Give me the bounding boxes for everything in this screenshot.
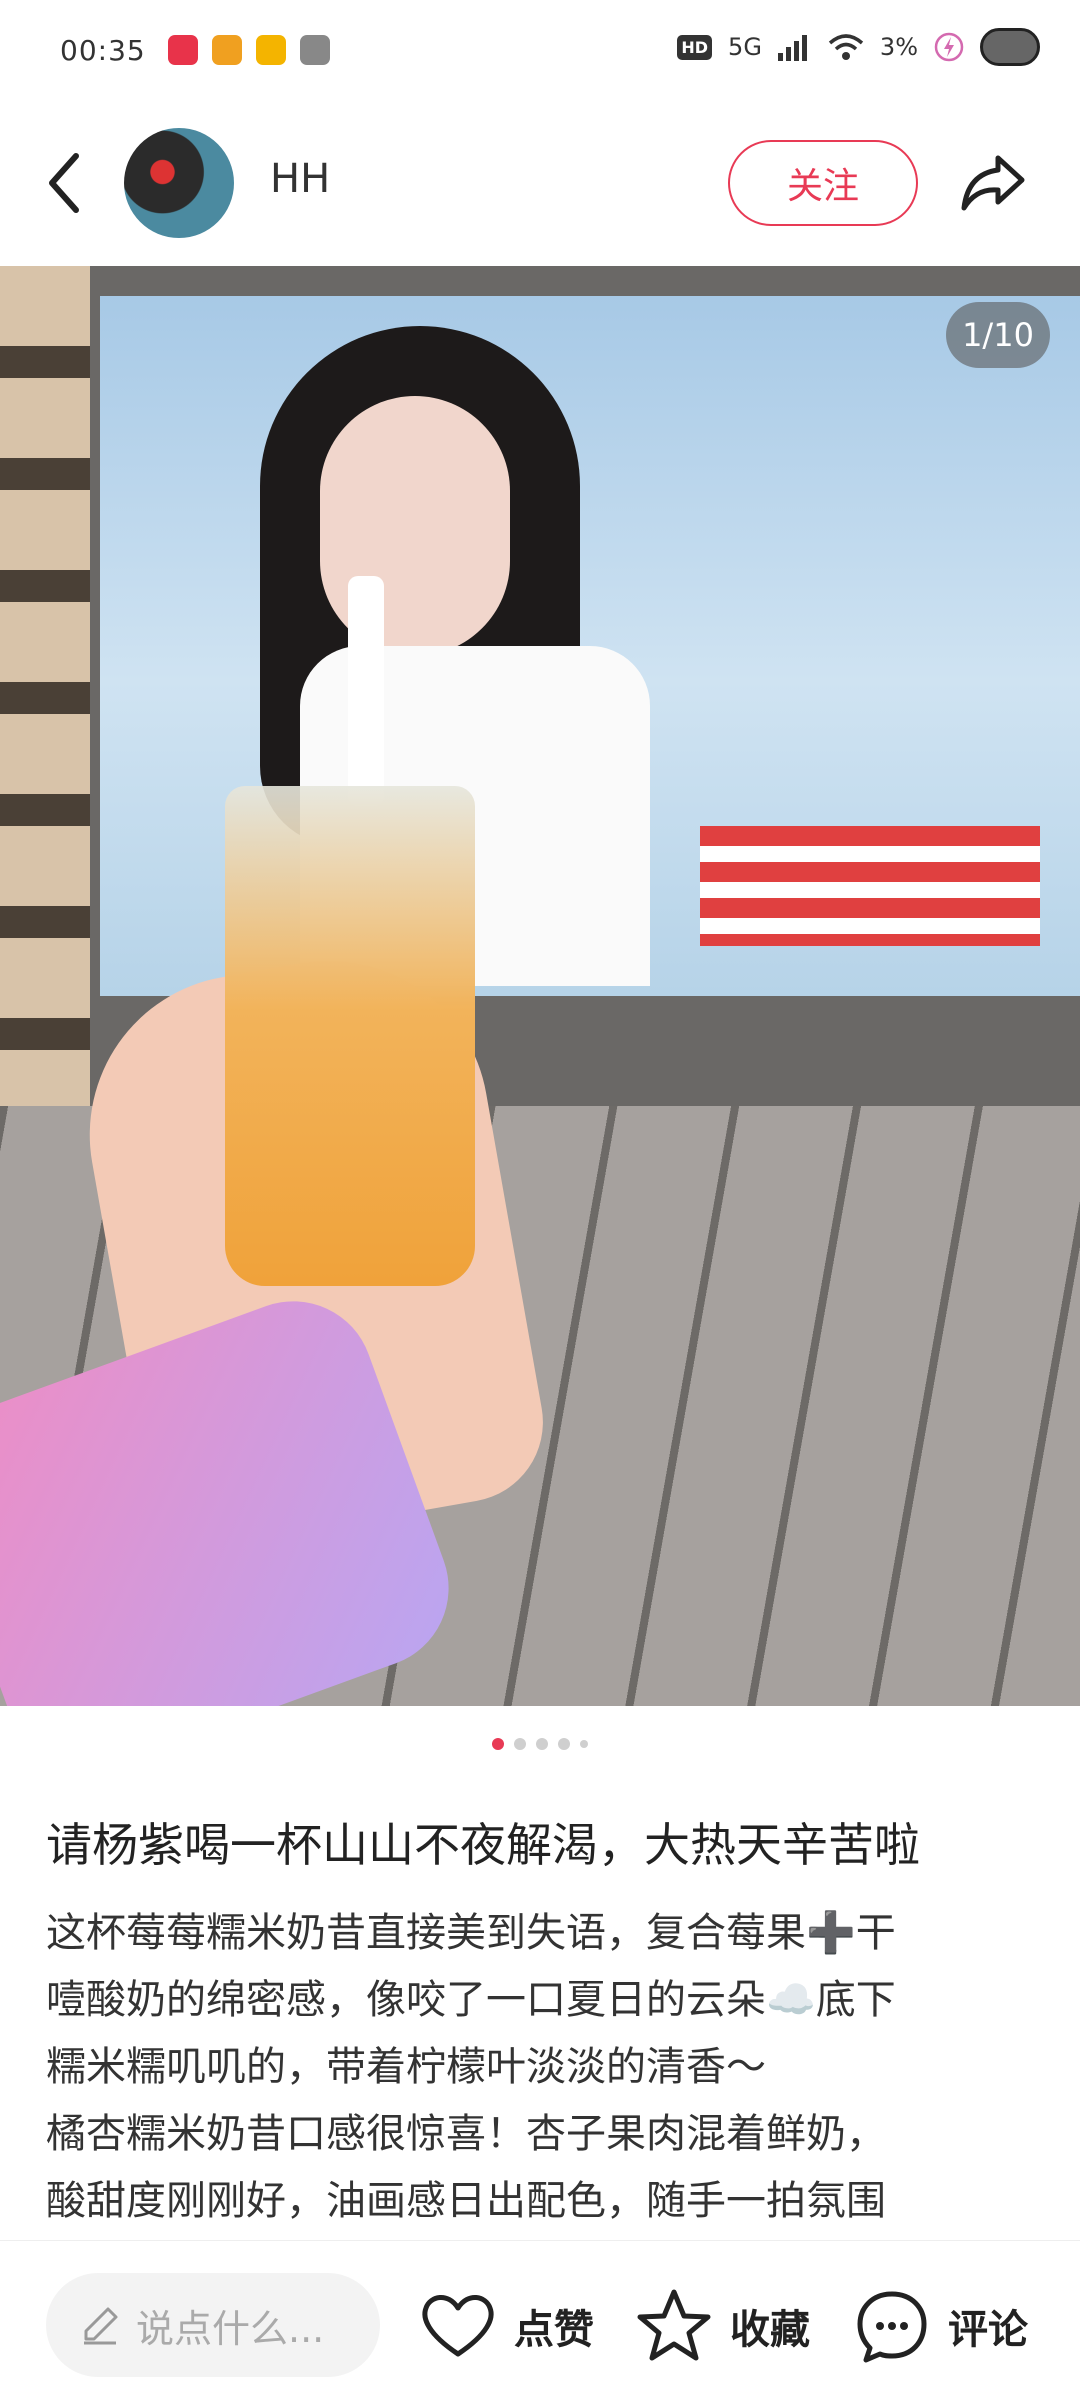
cloud-icon bbox=[980, 28, 1040, 66]
pencil-icon bbox=[84, 2307, 118, 2345]
post-title: 请杨紫喝一杯山山不夜解渴，大热天辛苦啦 bbox=[46, 1818, 920, 1872]
share-icon[interactable] bbox=[958, 148, 1028, 218]
photo-drink-cup bbox=[225, 786, 475, 1286]
weibo-icon bbox=[255, 35, 286, 65]
author-name[interactable]: HH bbox=[270, 156, 330, 202]
photo-lounger bbox=[700, 826, 1040, 946]
notification-icons bbox=[167, 35, 330, 65]
charging-icon bbox=[934, 32, 964, 62]
carousel-dot bbox=[580, 1740, 588, 1748]
status-bar: 00:35 HD 5G 3% bbox=[0, 0, 1080, 100]
comment-button[interactable]: 评论 bbox=[852, 2281, 1028, 2371]
collect-button[interactable]: 收藏 bbox=[634, 2281, 810, 2371]
post-body: 这杯莓莓糯米奶昔直接美到失语，复合莓果➕干 噎酸奶的绵密感，像咬了一口夏日的云朵… bbox=[46, 1900, 1036, 2235]
status-right: HD 5G 3% bbox=[677, 28, 1040, 66]
carousel-dots bbox=[0, 1738, 1080, 1750]
post-body-line: 这杯莓莓糯米奶昔直接美到失语，复合莓果➕干 bbox=[46, 1910, 896, 1956]
post-body-line: 橘杏糯米奶昔口感很惊喜！杏子果肉混着鲜奶， bbox=[46, 2111, 886, 2157]
follow-button[interactable]: 关注 bbox=[728, 140, 918, 226]
comment-label: 评论 bbox=[948, 2307, 1028, 2353]
star-icon bbox=[637, 2289, 711, 2361]
carousel-dot bbox=[492, 1738, 504, 1750]
signal-icon bbox=[777, 35, 807, 61]
post-body-line: 糯米糯叽叽的，带着柠檬叶淡淡的清香～ bbox=[46, 2044, 766, 2090]
battery-level: 3% bbox=[879, 33, 918, 61]
post-header: HH 关注 bbox=[0, 100, 1080, 266]
back-icon[interactable] bbox=[40, 150, 90, 216]
app-icon bbox=[211, 35, 242, 65]
carousel-dot bbox=[536, 1738, 548, 1750]
carousel-dot bbox=[558, 1738, 570, 1750]
like-button[interactable]: 点赞 bbox=[418, 2281, 594, 2371]
bottom-action-bar: 说点什么... 点赞 收藏 评论 bbox=[0, 2240, 1080, 2408]
wifi-icon bbox=[828, 34, 864, 60]
hd-badge: HD bbox=[677, 34, 713, 60]
app-icon bbox=[167, 35, 198, 65]
carousel-dot bbox=[514, 1738, 526, 1750]
comment-icon bbox=[857, 2291, 927, 2363]
post-body-line: 噎酸奶的绵密感，像咬了一口夏日的云朵☁️底下 bbox=[46, 1977, 896, 2023]
comment-input[interactable]: 说点什么... bbox=[46, 2273, 380, 2377]
network-label: 5G bbox=[728, 33, 762, 61]
like-label: 点赞 bbox=[514, 2307, 594, 2353]
wechat-icon bbox=[299, 35, 330, 65]
status-time: 00:35 bbox=[60, 33, 146, 67]
comment-placeholder: 说点什么... bbox=[136, 2306, 325, 2351]
post-body-line: 酸甜度刚刚好，油画感日出配色，随手一拍氛围 bbox=[46, 2178, 886, 2224]
page-counter: 1/10 bbox=[946, 302, 1050, 368]
photo-wall bbox=[0, 266, 90, 1106]
photo-straw bbox=[348, 576, 384, 806]
collect-label: 收藏 bbox=[730, 2307, 810, 2353]
post-photo[interactable]: 1/10 bbox=[0, 266, 1080, 1706]
heart-icon bbox=[422, 2295, 494, 2357]
avatar[interactable] bbox=[124, 128, 234, 238]
